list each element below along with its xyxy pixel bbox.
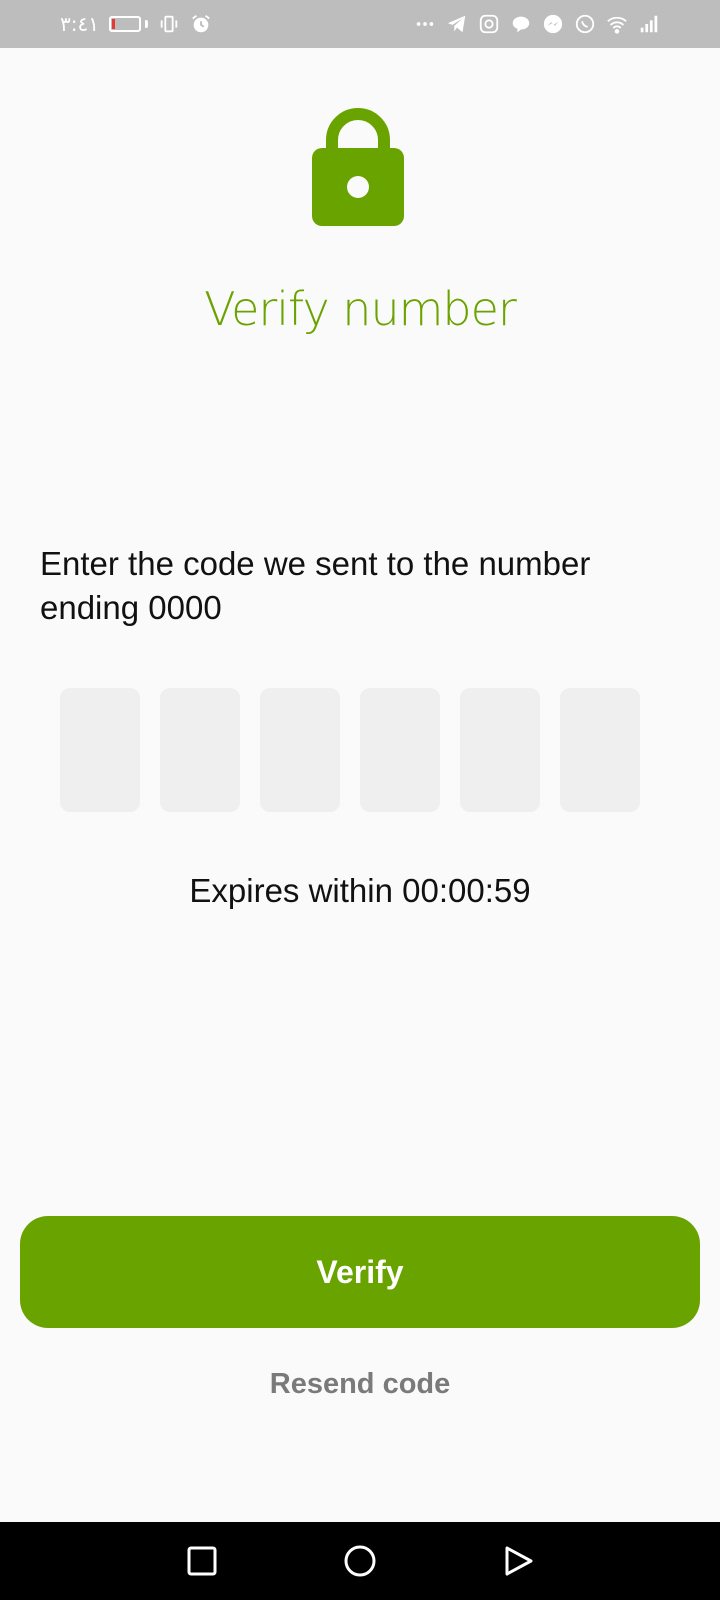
status-right (414, 13, 660, 35)
code-digit-3[interactable] (260, 688, 340, 812)
verify-button[interactable]: Verify (20, 1216, 700, 1328)
code-digit-1[interactable] (60, 688, 140, 812)
alarm-icon (190, 13, 212, 35)
messenger-icon (542, 13, 564, 35)
more-icon (414, 13, 436, 35)
code-digit-4[interactable] (360, 688, 440, 812)
instructions-text: Enter the code we sent to the number end… (40, 545, 591, 626)
signal-icon (638, 13, 660, 35)
wifi-icon (606, 13, 628, 35)
instagram-icon (478, 13, 500, 35)
code-input-row (60, 688, 640, 812)
home-icon[interactable] (340, 1541, 380, 1581)
telegram-icon (446, 13, 468, 35)
vibrate-icon (158, 13, 180, 35)
code-digit-2[interactable] (160, 688, 240, 812)
code-digit-6[interactable] (560, 688, 640, 812)
navigation-bar (0, 1522, 720, 1600)
recent-apps-icon[interactable] (182, 1541, 222, 1581)
status-left: ٣:٤١ (60, 12, 212, 36)
expiry-timer: Expires within 00:00:59 (189, 872, 531, 909)
lock-icon (310, 104, 406, 228)
page-title: Verify number (204, 282, 517, 336)
chat-bubble-icon (510, 13, 532, 35)
back-icon[interactable] (498, 1541, 538, 1581)
status-time: ٣:٤١ (60, 12, 99, 36)
whatsapp-icon (574, 13, 596, 35)
code-digit-5[interactable] (460, 688, 540, 812)
status-bar: ٣:٤١ (0, 0, 720, 48)
battery-icon (108, 16, 148, 32)
resend-code-button[interactable]: Resend code (0, 1368, 720, 1401)
